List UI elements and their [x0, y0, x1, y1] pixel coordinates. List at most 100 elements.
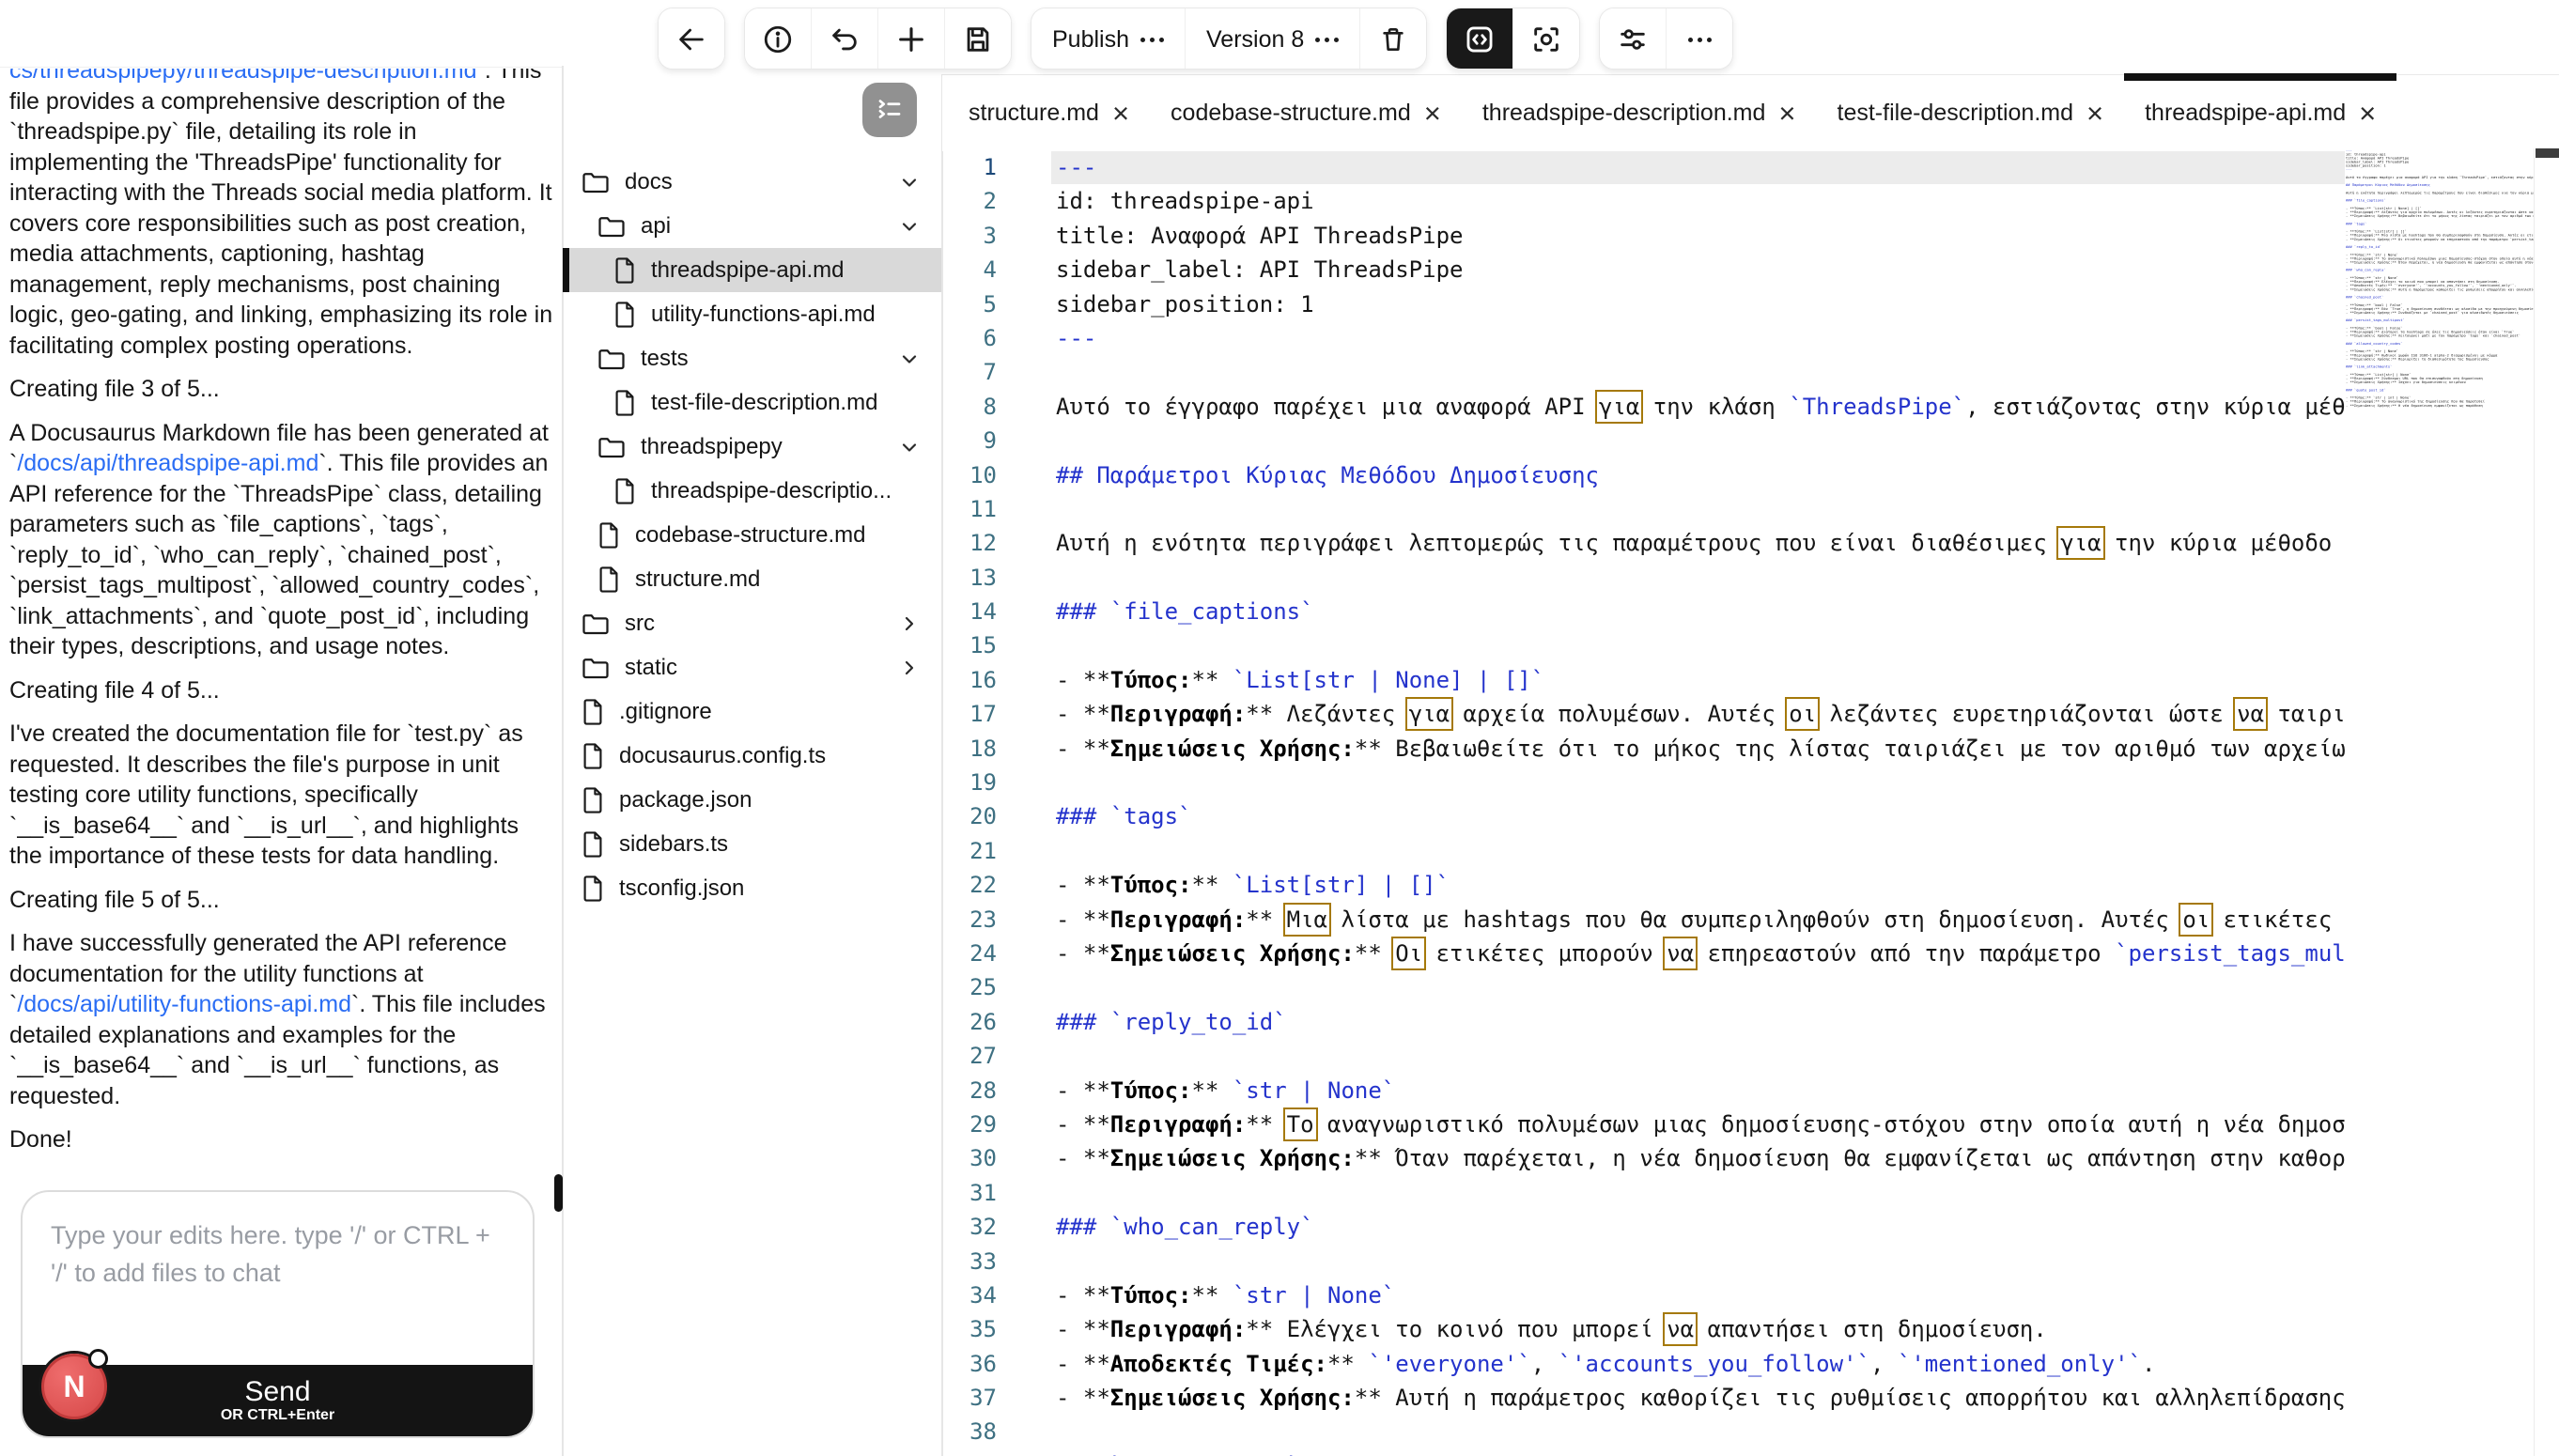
code-line-35[interactable]: 35 - **Περιγραφή:** Ελέγχει το κοινό που …	[942, 1312, 2534, 1347]
delete-button[interactable]	[1359, 8, 1427, 69]
code-line-18[interactable]: 18 - **Σημειώσεις Χρήσης:** Βεβαιωθείτε ό…	[942, 732, 2534, 766]
code-line-31[interactable]: 31	[942, 1176, 2534, 1210]
code-line-16[interactable]: 16 - **Τύπος:** `List[str | None] | []`	[942, 663, 2534, 697]
tree-item-threadspipe-descriptio-[interactable]: threadspipe-descriptio...	[563, 469, 941, 513]
code-line-4[interactable]: 4 sidebar_label: API ThreadsPipe	[942, 253, 2534, 287]
tree-item-threadspipe-api-md[interactable]: threadspipe-api.md	[563, 248, 941, 292]
chevron-right-icon[interactable]	[898, 657, 921, 679]
code-line-25[interactable]: 25	[942, 970, 2534, 1004]
code-line-7[interactable]: 7	[942, 355, 2534, 389]
code-line-11[interactable]: 11	[942, 492, 2534, 526]
publish-more-icon[interactable]	[1140, 37, 1164, 42]
plus-icon	[899, 27, 923, 52]
code-line-2[interactable]: 2 id: threadspipe-api	[942, 184, 2534, 218]
code-line-24[interactable]: 24 - **Σημειώσεις Χρήσης:** Οι ετικέτες μ…	[942, 936, 2534, 970]
code-line-39[interactable]: 39 ### `chained_post`	[942, 1449, 2534, 1456]
chevron-down-icon[interactable]	[898, 348, 921, 370]
editor-scrollbar-track[interactable]	[2534, 148, 2559, 1456]
chevron-down-icon[interactable]	[898, 215, 921, 238]
code-line-34[interactable]: 34 - **Τύπος:** `str | None`	[942, 1278, 2534, 1312]
tree-item-tsconfig-json[interactable]: tsconfig.json	[563, 866, 941, 910]
code-line-29[interactable]: 29 - **Περιγραφή:** Το αναγνωριστικό πολυ…	[942, 1107, 2534, 1141]
close-icon[interactable]: ×	[2086, 99, 2103, 128]
code-line-23[interactable]: 23 - **Περιγραφή:** Μια λίστα με hashtags…	[942, 902, 2534, 937]
tree-item-structure-md[interactable]: structure.md	[563, 557, 941, 601]
add-button[interactable]	[877, 8, 944, 69]
tab-structure-md[interactable]: structure.md ×	[948, 75, 1150, 151]
sliders-button[interactable]	[1600, 8, 1667, 69]
avatar[interactable]: N	[41, 1349, 108, 1419]
tree-item-docs[interactable]: docs	[563, 160, 941, 204]
tab-test-file-description-md[interactable]: test-file-description.md ×	[1817, 75, 2125, 151]
code-line-9[interactable]: 9	[942, 424, 2534, 457]
code-line-13[interactable]: 13	[942, 561, 2534, 595]
tree-item-docusaurus-config-ts[interactable]: docusaurus.config.ts	[563, 734, 941, 778]
chat-link[interactable]: /docs/api/utility-functions-api.md	[17, 991, 351, 1017]
chevron-down-icon[interactable]	[898, 171, 921, 194]
code-line-5[interactable]: 5 sidebar_position: 1	[942, 287, 2534, 321]
code-editor[interactable]: 1 --- 2 id: threadspipe-api 3 title: Αναφορά …	[942, 150, 2534, 1456]
line-number: 3	[983, 222, 997, 249]
tab-threadspipe-description-md[interactable]: threadspipe-description.md ×	[1462, 75, 1817, 151]
version-button[interactable]: Version 8	[1185, 8, 1360, 69]
chat-link[interactable]: cs/threadspipepy/threadspipe-description…	[9, 69, 477, 84]
code-line-30[interactable]: 30 - **Σημειώσεις Χρήσης:** Όταν παρέχετα…	[942, 1141, 2534, 1175]
publish-button[interactable]: Publish	[1031, 8, 1185, 69]
code-line-21[interactable]: 21	[942, 834, 2534, 868]
scan-button[interactable]	[1512, 8, 1580, 69]
tree-item-threadspipepy[interactable]: threadspipepy	[563, 425, 941, 469]
chevron-right-icon[interactable]	[898, 612, 921, 635]
close-icon[interactable]: ×	[2359, 99, 2376, 128]
code-line-36[interactable]: 36 - **Αποδεκτές Τιμές:** `'everyone'`, `…	[942, 1347, 2534, 1381]
code-line-15[interactable]: 15	[942, 628, 2534, 662]
tree-item-static[interactable]: static	[563, 645, 941, 689]
code-line-8[interactable]: 8 Αυτό το έγγραφο παρέχει μια αναφορά API…	[942, 389, 2534, 424]
line-number: 35	[969, 1316, 997, 1343]
code-line-22[interactable]: 22 - **Τύπος:** `List[str] | []`	[942, 868, 2534, 902]
code-line-17[interactable]: 17 - **Περιγραφή:** Λεζάντες για αρχεία π…	[942, 697, 2534, 732]
tree-item-codebase-structure-md[interactable]: codebase-structure.md	[563, 513, 941, 557]
close-icon[interactable]: ×	[1424, 99, 1441, 128]
undo-button[interactable]	[811, 8, 877, 69]
tree-item--gitignore[interactable]: .gitignore	[563, 689, 941, 734]
text-segment: ---	[1056, 324, 1097, 351]
tab-threadspipe-api-md[interactable]: threadspipe-api.md ×	[2124, 73, 2397, 151]
explorer-toggle-button[interactable]	[862, 83, 917, 137]
tree-item-utility-functions-api-md[interactable]: utility-functions-api.md	[563, 292, 941, 336]
code-line-27[interactable]: 27	[942, 1039, 2534, 1073]
code-line-10[interactable]: 10 ## Παράμετροι Κύριας Μεθόδου Δημοσίευσ…	[942, 458, 2534, 492]
code-line-26[interactable]: 26 ### `reply_to_id`	[942, 1005, 2534, 1039]
tree-item-tests[interactable]: tests	[563, 336, 941, 380]
tree-item-test-file-description-md[interactable]: test-file-description.md	[563, 380, 941, 425]
close-icon[interactable]: ×	[1778, 99, 1795, 128]
code-line-20[interactable]: 20 ### `tags`	[942, 799, 2534, 833]
code-line-38[interactable]: 38	[942, 1415, 2534, 1448]
back-button[interactable]	[659, 8, 724, 69]
code-line-19[interactable]: 19	[942, 766, 2534, 799]
tree-item-sidebars-ts[interactable]: sidebars.ts	[563, 822, 941, 866]
tree-item-package-json[interactable]: package.json	[563, 778, 941, 822]
code-line-28[interactable]: 28 - **Τύπος:** `str | None`	[942, 1074, 2534, 1107]
chat-link[interactable]: /docs/api/threadspipe-api.md	[17, 450, 318, 476]
tree-item-api[interactable]: api	[563, 204, 941, 248]
code-line-14[interactable]: 14 ### `file_captions`	[942, 595, 2534, 628]
code-line-6[interactable]: 6 ---	[942, 321, 2534, 355]
code-view-button[interactable]	[1447, 8, 1513, 69]
version-more-icon[interactable]	[1315, 37, 1340, 42]
chevron-down-icon[interactable]	[898, 436, 921, 458]
save-button[interactable]	[944, 8, 1011, 69]
code-line-32[interactable]: 32 ### `who_can_reply`	[942, 1210, 2534, 1244]
code-line-37[interactable]: 37 - **Σημειώσεις Χρήσης:** Αυτή η παράμε…	[942, 1381, 2534, 1415]
code-line-1[interactable]: 1 ---	[942, 150, 2534, 185]
editor-scrollbar-thumb[interactable]	[2536, 148, 2559, 158]
tab-codebase-structure-md[interactable]: codebase-structure.md ×	[1150, 75, 1462, 151]
close-icon[interactable]: ×	[1112, 99, 1129, 128]
info-button[interactable]	[745, 8, 811, 69]
editor-minimap[interactable]: --- id: threadspipe-api title: Αναφορά API…	[2346, 148, 2534, 1456]
code-line-12[interactable]: 12 Αυτή η ενότητα περιγράφει λεπτομερώς τ…	[942, 526, 2534, 561]
chat-scrollbar-thumb[interactable]	[554, 1174, 563, 1212]
code-line-3[interactable]: 3 title: Αναφορά API ThreadsPipe	[942, 219, 2534, 253]
code-line-33[interactable]: 33	[942, 1245, 2534, 1278]
more-button[interactable]	[1666, 8, 1733, 69]
tree-item-src[interactable]: src	[563, 601, 941, 645]
